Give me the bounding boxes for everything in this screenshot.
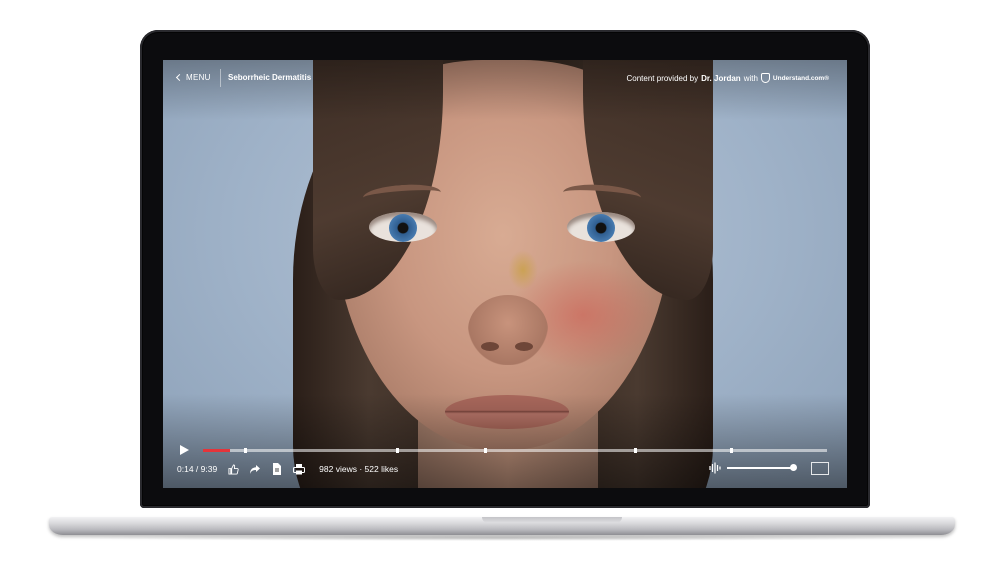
credit-prefix: Content provided by — [626, 73, 699, 83]
chapter-marker[interactable] — [633, 448, 637, 453]
volume-knob[interactable] — [790, 464, 797, 471]
print-icon[interactable] — [293, 463, 306, 475]
time-display: 0:14 / 9:39 — [177, 464, 218, 474]
laptop-shadow — [60, 535, 944, 541]
play-button[interactable] — [180, 445, 189, 455]
volume-icon[interactable] — [709, 461, 721, 474]
progress-fill — [203, 449, 231, 452]
chapter-marker[interactable] — [730, 448, 734, 453]
laptop-notch — [482, 517, 622, 523]
video-overlay-gradient — [163, 60, 847, 488]
credit-author: Dr. Jordan — [701, 73, 741, 83]
video-player[interactable]: MENU Seborrheic Dermatitis Content provi… — [163, 60, 847, 488]
content-credit: Content provided by Dr. Jordan with Unde… — [626, 73, 829, 83]
fullscreen-icon[interactable] — [811, 462, 829, 475]
menu-label: MENU — [186, 73, 211, 82]
shield-icon — [760, 73, 770, 83]
chapter-marker[interactable] — [483, 448, 487, 453]
brand-logo[interactable]: Understand.com® — [773, 75, 829, 82]
video-title: Seborrheic Dermatitis — [228, 73, 312, 82]
divider — [220, 69, 221, 87]
chevron-left-icon — [175, 73, 184, 82]
laptop-base — [49, 517, 955, 535]
thumbs-up-icon[interactable] — [227, 463, 239, 475]
player-top-bar: MENU Seborrheic Dermatitis Content provi… — [163, 60, 847, 96]
control-bar: 0:14 / 9:39 982 views · 522 likes — [177, 462, 398, 476]
chapter-marker[interactable] — [243, 448, 247, 453]
document-icon[interactable] — [271, 463, 283, 475]
chapter-marker[interactable] — [396, 448, 400, 453]
volume-slider[interactable] — [727, 467, 793, 469]
view-like-stats: 982 views · 522 likes — [319, 464, 399, 474]
menu-button[interactable]: MENU — [175, 73, 211, 82]
credit-with: with — [743, 73, 758, 83]
progress-bar[interactable] — [203, 448, 827, 453]
share-icon[interactable] — [249, 463, 261, 475]
